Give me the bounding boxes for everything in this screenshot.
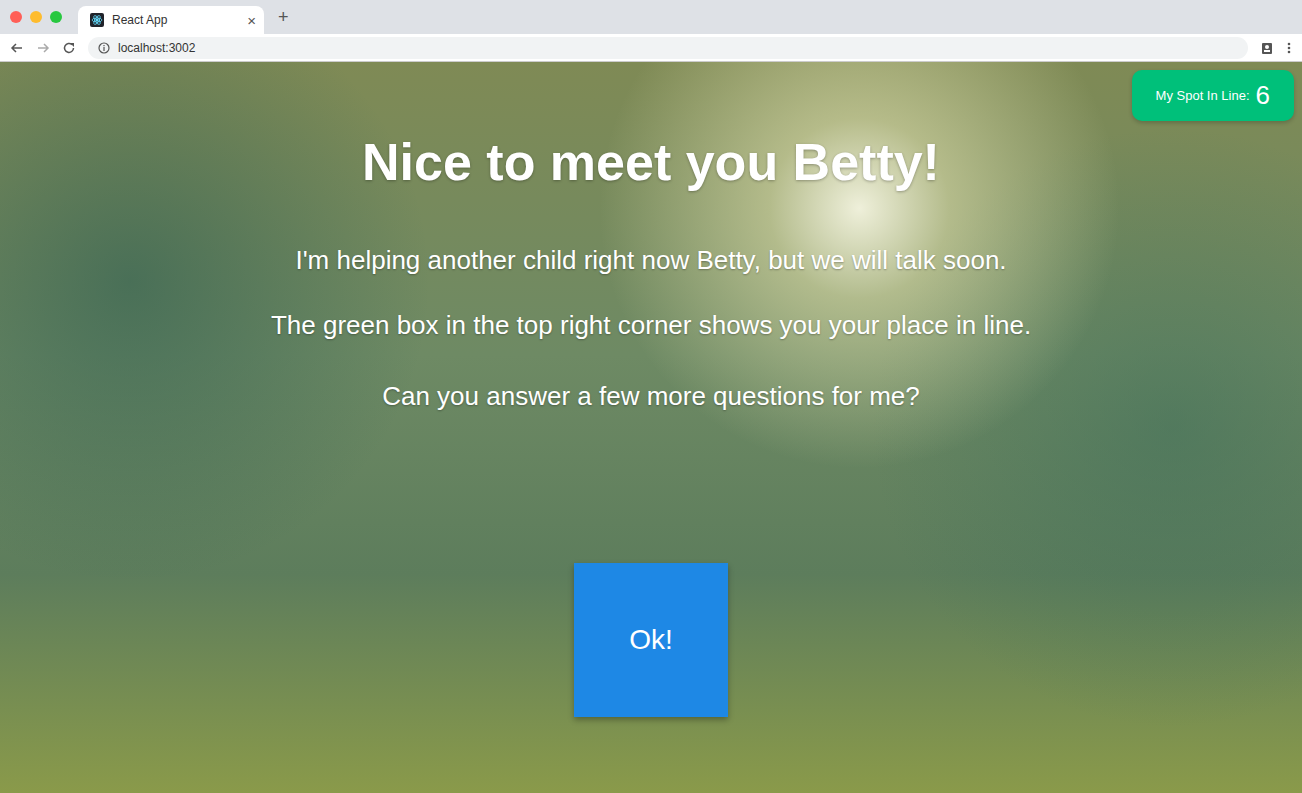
message-text: I'm helping another child right now Bett… (295, 243, 1006, 277)
page-background: My Spot In Line: 6 Nice to meet you Betty!… (0, 62, 1302, 793)
tab-bar: React App × + (0, 0, 1302, 34)
ok-button[interactable]: Ok! (574, 563, 728, 717)
queue-badge: My Spot In Line: 6 (1132, 70, 1294, 121)
tab-close[interactable]: × (247, 12, 256, 29)
profile-icon[interactable] (1260, 41, 1274, 55)
reload-icon[interactable] (62, 41, 76, 55)
forward-arrow-icon[interactable] (36, 41, 50, 55)
queue-position: 6 (1256, 80, 1270, 111)
window-control-dot[interactable] (10, 11, 22, 23)
menu-icon[interactable] (1286, 41, 1292, 55)
heading: Nice to meet you Betty! (362, 132, 940, 192)
tab-title: React App (112, 13, 239, 27)
react-logo-icon (90, 13, 104, 27)
window-control-dot[interactable] (50, 11, 62, 23)
message-text: Can you answer a few more questions for … (382, 379, 920, 413)
window-controls (10, 11, 62, 23)
url-text: localhost:3002 (118, 41, 195, 55)
window-control-dot[interactable] (30, 11, 42, 23)
queue-label: My Spot In Line: (1156, 88, 1250, 103)
new-tab-button[interactable]: + (272, 7, 295, 28)
message-text: The green box in the top right corner sh… (271, 308, 1031, 342)
address-bar: localhost:3002 (0, 34, 1302, 62)
back-arrow-icon[interactable] (10, 41, 24, 55)
browser-tab[interactable]: React App × (78, 6, 264, 34)
info-icon[interactable] (98, 42, 110, 54)
url-field[interactable]: localhost:3002 (88, 37, 1248, 59)
